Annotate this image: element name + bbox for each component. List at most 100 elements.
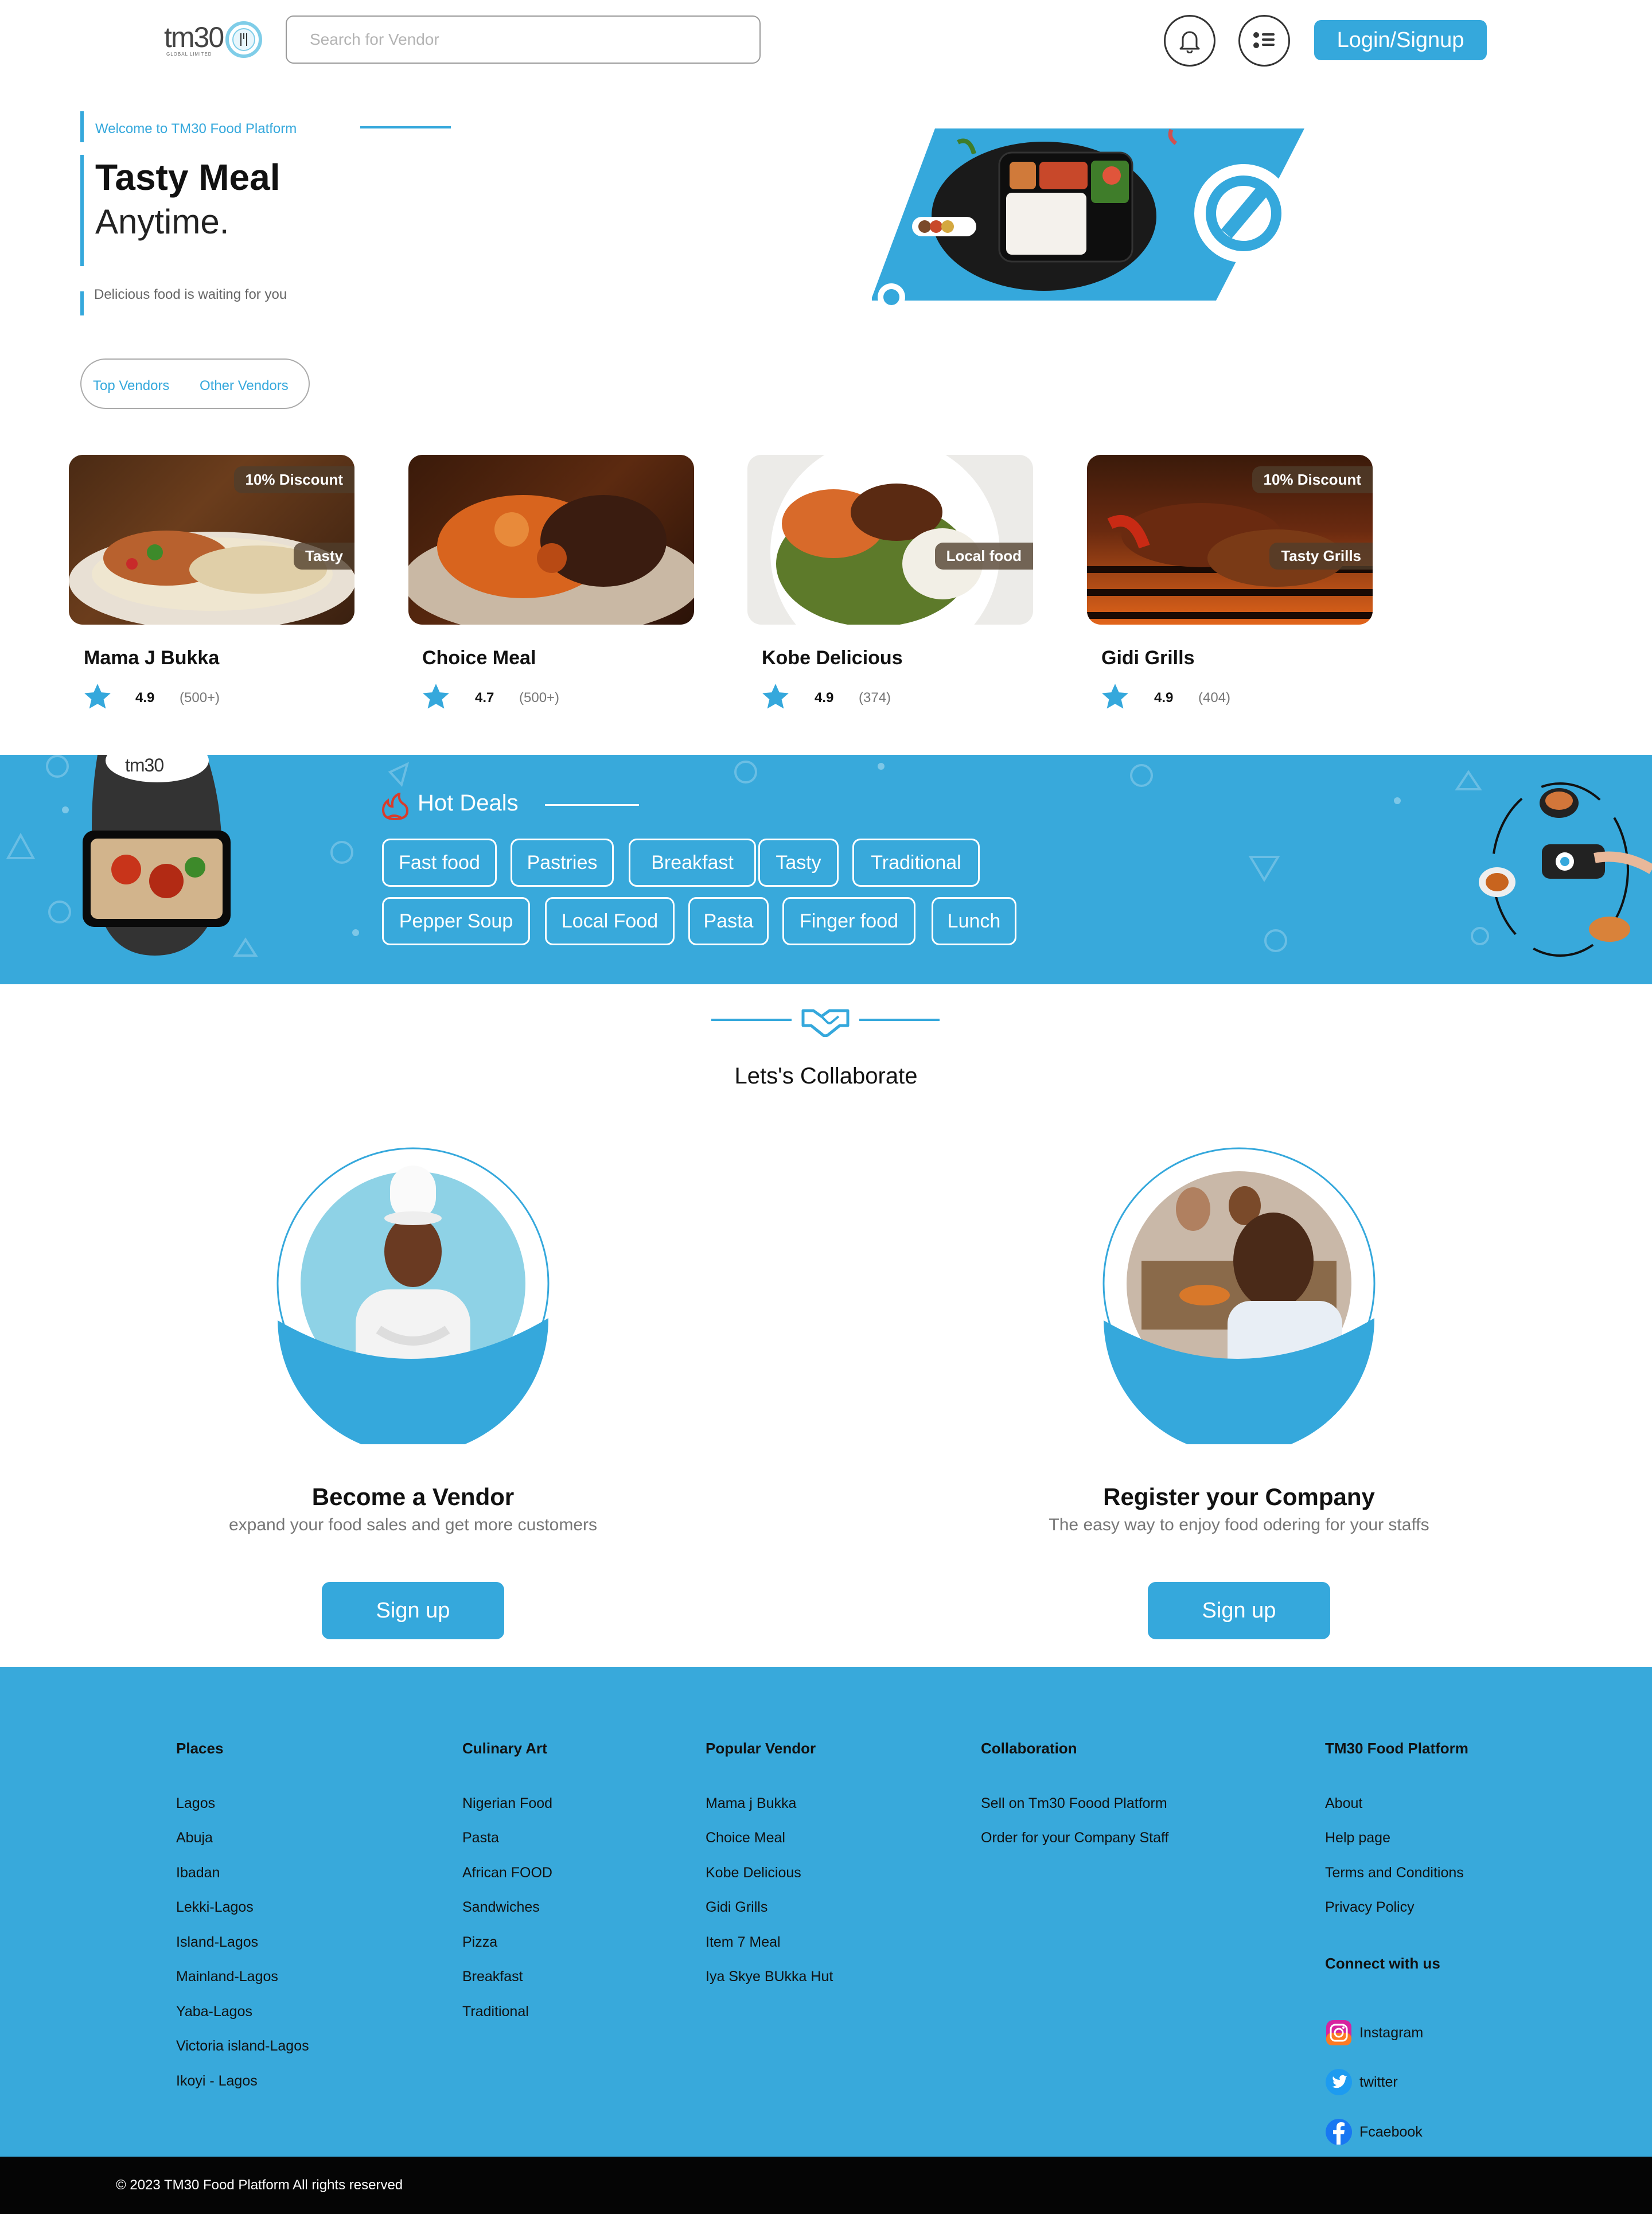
star-icon [1102, 684, 1128, 709]
fire-icon [381, 793, 409, 820]
logo[interactable]: tm30 GLOBAL LIMITED [164, 21, 267, 61]
hero-food-illustration [872, 128, 1304, 310]
footer-link[interactable]: Nigerian Food [462, 1795, 552, 1812]
login-signup-button[interactable]: Login/Signup [1314, 20, 1487, 60]
deal-chip-pepper-soup[interactable]: Pepper Soup [382, 897, 530, 945]
social-twitter[interactable]: twitter [1325, 2068, 1398, 2096]
deal-chip-tasty[interactable]: Tasty [758, 839, 839, 887]
footer-link[interactable]: Item 7 Meal [706, 1934, 781, 1951]
deal-chip-local-food[interactable]: Local Food [545, 897, 675, 945]
company-signup-button[interactable]: Sign up [1148, 1582, 1330, 1639]
footer-link[interactable]: Lekki-Lagos [176, 1899, 254, 1916]
vendor-card-choice-meal[interactable] [408, 455, 694, 625]
footer-link[interactable]: Order for your Company Staff [981, 1830, 1168, 1846]
menu-button[interactable] [1238, 15, 1290, 67]
footer-link[interactable]: Iya Skye BUkka Hut [706, 1969, 833, 1985]
footer-link[interactable]: Victoria island-Lagos [176, 2038, 309, 2055]
social-facebook[interactable]: Fcaebook [1325, 2118, 1423, 2146]
footer-link[interactable]: Help page [1325, 1830, 1390, 1846]
footer-places-title: Places [176, 1740, 224, 1757]
star-icon [84, 684, 111, 709]
vendor-signup-button[interactable]: Sign up [322, 1582, 504, 1639]
footer-link[interactable]: Traditional [462, 2003, 529, 2020]
become-vendor-title: Become a Vendor [311, 1483, 515, 1510]
hero-title-secondary: Anytime. [95, 202, 229, 241]
social-label: Instagram [1359, 2024, 1424, 2041]
footer-link[interactable]: Yaba-Lagos [176, 2003, 252, 2020]
vendor-card-kobe-delicious[interactable]: Local food [747, 455, 1033, 625]
vendor-name[interactable]: Gidi Grills [1101, 647, 1194, 669]
company-staff-illustration [1102, 1147, 1376, 1444]
hero-accent-bar [80, 111, 84, 142]
vendor-review-count: (374) [859, 690, 891, 705]
deal-chip-pasta[interactable]: Pasta [688, 897, 769, 945]
footer-link[interactable]: Sandwiches [462, 1899, 540, 1916]
footer-link[interactable]: Sell on Tm30 Foood Platform [981, 1795, 1167, 1812]
food-orbit-illustration [1479, 782, 1652, 957]
hero-title-bar [80, 155, 84, 266]
vendor-name[interactable]: Kobe Delicious [762, 647, 903, 669]
bell-icon [1179, 31, 1200, 53]
footer-link[interactable]: Privacy Policy [1325, 1899, 1415, 1916]
footer-link[interactable]: Mama j Bukka [706, 1795, 796, 1812]
copyright-text: © 2023 TM30 Food Platform All rights res… [116, 2177, 403, 2193]
footer-link[interactable]: Gidi Grills [706, 1899, 767, 1916]
register-company-description: The easy way to enjoy food odering for y… [1049, 1515, 1429, 1534]
footer-link[interactable]: Choice Meal [706, 1830, 785, 1846]
promo-logo-text: tm30 [125, 755, 164, 775]
vendor-rating: 4.9 [1154, 690, 1174, 705]
deal-chip-traditional[interactable]: Traditional [852, 839, 980, 887]
footer-link[interactable]: Pasta [462, 1830, 499, 1846]
handshake-icon [801, 1009, 850, 1037]
vendor-name[interactable]: Mama J Bukka [84, 647, 219, 669]
logo-plate-icon [225, 21, 262, 58]
footer-link[interactable]: African FOOD [462, 1865, 552, 1881]
hot-deals-title: Hot Deals [418, 790, 519, 816]
search-input[interactable] [286, 15, 761, 64]
footer-link[interactable]: Abuja [176, 1830, 213, 1846]
footer-link[interactable]: Lagos [176, 1795, 215, 1812]
deal-chip-pastries[interactable]: Pastries [511, 839, 614, 887]
logo-subtext: GLOBAL LIMITED [166, 52, 212, 57]
tab-top-vendors[interactable]: Top Vendors [93, 378, 169, 394]
footer-link[interactable]: Breakfast [462, 1969, 523, 1985]
notification-button[interactable] [1164, 15, 1215, 67]
deal-chip-finger-food[interactable]: Finger food [782, 897, 915, 945]
vendor-card-gidi-grills[interactable]: 10% Discount Tasty Grills [1087, 455, 1373, 625]
deal-chip-fast-food[interactable]: Fast food [382, 839, 497, 887]
footer-culinary-title: Culinary Art [462, 1740, 547, 1757]
footer-link[interactable]: Ibadan [176, 1865, 220, 1881]
footer-link[interactable]: Kobe Delicious [706, 1865, 801, 1881]
footer-link[interactable]: Island-Lagos [176, 1934, 258, 1951]
vendor-name[interactable]: Choice Meal [422, 647, 536, 669]
tag-badge: Tasty Grills [1269, 543, 1373, 570]
footer-link[interactable]: Ikoyi - Lagos [176, 2073, 258, 2090]
footer-platform-title: TM30 Food Platform [1325, 1740, 1468, 1757]
copyright-bar: © 2023 TM30 Food Platform All rights res… [0, 2157, 1652, 2214]
vendor-rating: 4.9 [815, 690, 834, 705]
vendor-tabs: Top Vendors Other Vendors [80, 358, 310, 409]
hero-subtitle: Delicious food is waiting for you [94, 287, 287, 302]
deal-chip-lunch[interactable]: Lunch [932, 897, 1016, 945]
footer-link[interactable]: Pizza [462, 1934, 497, 1951]
menu-list-icon [1253, 32, 1275, 48]
social-instagram[interactable]: Instagram [1325, 2019, 1423, 2047]
collab-divider-right [859, 1019, 940, 1021]
social-label: Fcaebook [1359, 2123, 1423, 2140]
welcome-divider [360, 126, 451, 128]
tag-badge: Local food [934, 543, 1033, 570]
footer-link[interactable]: Terms and Conditions [1325, 1865, 1464, 1881]
discount-badge: 10% Discount [1252, 466, 1373, 493]
footer-link[interactable]: Mainland-Lagos [176, 1969, 278, 1985]
register-company-title: Register your Company [1103, 1483, 1375, 1510]
footer: Places Lagos Abuja Ibadan Lekki-Lagos Is… [0, 1667, 1652, 2157]
social-label: twitter [1359, 2073, 1398, 2090]
hot-deals-section: tm30 Hot Deals Fast food Pastries Breakf… [0, 755, 1652, 984]
footer-link[interactable]: About [1325, 1795, 1362, 1812]
vendor-card-mama-j-bukka[interactable]: 10% Discount Tasty [69, 455, 354, 625]
tab-other-vendors[interactable]: Other Vendors [200, 378, 289, 394]
deal-chip-breakfast[interactable]: Breakfast [629, 839, 756, 887]
footer-connect-title: Connect with us [1325, 1955, 1440, 1972]
footer-collaboration-title: Collaboration [981, 1740, 1077, 1757]
collaborate-title: Lets's Collaborate [734, 1063, 918, 1089]
